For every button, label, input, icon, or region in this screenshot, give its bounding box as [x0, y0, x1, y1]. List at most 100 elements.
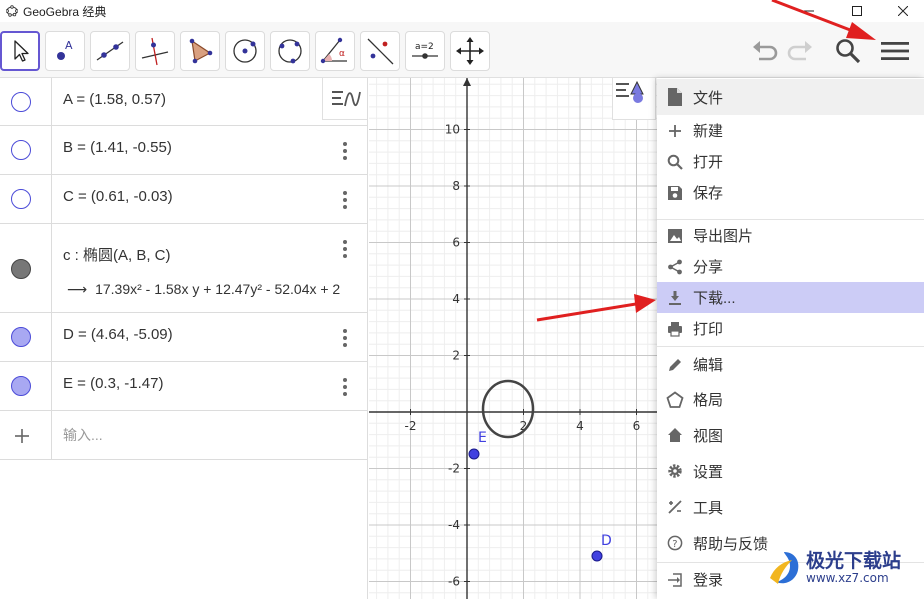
menu-label: 保存	[693, 185, 724, 202]
graphics-style-icon	[616, 80, 644, 103]
algebra-output-text: ⟶ 17.39x² - 1.58x y + 12.47y² - 52.04x + …	[67, 281, 341, 297]
watermark-title: 极光下载站	[806, 550, 902, 572]
menu-item-settings[interactable]: 设置	[657, 453, 924, 489]
polygon-tool[interactable]	[180, 31, 220, 71]
algebra-object-text[interactable]: C = (0.61, -0.03)	[63, 188, 173, 205]
more-options-icon[interactable]	[343, 191, 347, 209]
y-tick-label: 10	[445, 123, 460, 137]
menu-item-new[interactable]: 新建	[657, 115, 924, 146]
menu-item-open[interactable]: 打开	[657, 146, 924, 177]
algebra-row-A[interactable]: A = (1.58, 0.57)	[0, 78, 367, 126]
visibility-marble[interactable]	[11, 376, 31, 396]
maximize-button[interactable]	[834, 0, 880, 22]
angle-tool[interactable]: α	[315, 31, 355, 71]
visibility-marble[interactable]	[11, 327, 31, 347]
minimize-icon	[804, 10, 814, 12]
circle-center-point-tool-icon	[233, 39, 257, 63]
visibility-marble[interactable]	[11, 92, 31, 112]
help-icon: ?	[665, 533, 685, 553]
close-button[interactable]	[880, 0, 924, 22]
visibility-marble[interactable]	[11, 140, 31, 160]
plus-icon	[665, 121, 685, 141]
menu-item-perspectives[interactable]: 格局	[657, 382, 924, 417]
more-options-icon[interactable]	[343, 378, 347, 396]
point-tool[interactable]: A	[45, 31, 85, 71]
menu-item-download[interactable]: 下载...	[657, 282, 924, 313]
algebra-row-D[interactable]: D = (4.64, -5.09)	[0, 313, 367, 362]
menu-item-file[interactable]: 文件	[657, 79, 924, 115]
reflect-tool-icon	[367, 38, 394, 65]
more-options-icon[interactable]	[343, 142, 347, 160]
more-options-icon[interactable]	[343, 329, 347, 347]
algebra-row-E[interactable]: E = (0.3, -1.47)	[0, 362, 367, 411]
file-icon	[665, 87, 685, 107]
menu-item-tools[interactable]: 工具	[657, 489, 924, 525]
search-icon	[665, 152, 685, 172]
algebra-object-text[interactable]: A = (1.58, 0.57)	[63, 91, 166, 108]
window-title: GeoGebra 经典	[23, 4, 107, 19]
visibility-marble[interactable]	[11, 189, 31, 209]
algebra-object-text[interactable]: B = (1.41, -0.55)	[63, 139, 172, 156]
algebra-view: A = (1.58, 0.57) B = (1.41, -0.55) C = (…	[0, 78, 368, 599]
circle-center-point-tool[interactable]	[225, 31, 265, 71]
point-E[interactable]	[468, 448, 480, 460]
algebra-object-text[interactable]: D = (4.64, -5.09)	[63, 326, 173, 343]
menu-item-print[interactable]: 打印	[657, 313, 924, 344]
point-D[interactable]	[591, 550, 603, 562]
home-icon	[665, 425, 685, 445]
algebra-row-B[interactable]: B = (1.41, -0.55)	[0, 126, 367, 175]
move-graphics-view-tool[interactable]	[450, 31, 490, 71]
download-icon	[665, 288, 685, 308]
menu-label: 打开	[693, 154, 724, 171]
graphics-style-button[interactable]	[612, 78, 656, 120]
algebra-input-row[interactable]: 输入...	[0, 411, 367, 460]
move-graphics-view-tool-icon	[456, 37, 484, 65]
perspectives-icon	[665, 390, 685, 410]
menu-item-save[interactable]: 保存	[657, 177, 924, 208]
svg-text:?: ?	[672, 539, 677, 550]
y-tick-label: 2	[452, 349, 460, 363]
y-tick-label: 8	[452, 179, 460, 193]
tools-icon	[665, 497, 685, 517]
algebra-input-field[interactable]: 输入...	[63, 425, 103, 445]
menu-item-edit[interactable]: 编辑	[657, 347, 924, 382]
perpendicular-line-tool[interactable]	[135, 31, 175, 71]
algebra-style-icon	[331, 90, 361, 106]
title-bar: GeoGebra 经典	[0, 0, 924, 22]
undo-button[interactable]	[749, 36, 779, 66]
move-tool-icon	[14, 40, 29, 62]
geogebra-logo-icon	[6, 5, 18, 17]
menu-label: 视图	[693, 427, 724, 445]
menu-item-export-image[interactable]: 导出图片	[657, 220, 924, 251]
add-icon[interactable]	[14, 428, 30, 444]
more-options-icon[interactable]	[343, 240, 347, 258]
point-tool-icon: A	[57, 39, 73, 60]
image-icon	[665, 226, 685, 246]
redo-button[interactable]	[786, 36, 816, 66]
circle-three-points-tool[interactable]	[270, 31, 310, 71]
x-tick-label: 6	[633, 419, 641, 433]
move-tool[interactable]	[0, 31, 40, 71]
minimize-button[interactable]	[786, 0, 832, 22]
algebra-object-text[interactable]: E = (0.3, -1.47)	[63, 375, 163, 392]
share-icon	[665, 257, 685, 277]
visibility-marble[interactable]	[11, 259, 31, 279]
slider-tool[interactable]: a=2	[405, 31, 445, 71]
hamburger-menu-button[interactable]	[880, 36, 910, 66]
print-icon	[665, 319, 685, 339]
algebra-row-C[interactable]: C = (0.61, -0.03)	[0, 175, 367, 224]
algebra-object-text[interactable]: c : 椭圆(A, B, C)	[63, 244, 171, 265]
algebra-row-ellipse[interactable]: c : 椭圆(A, B, C) ⟶ 17.39x² - 1.58x y + 12.…	[0, 224, 367, 313]
angle-alpha-label: α	[339, 49, 345, 59]
perpendicular-line-tool-icon	[141, 37, 169, 66]
line-tool[interactable]	[90, 31, 130, 71]
search-button[interactable]	[833, 36, 863, 66]
menu-item-view[interactable]: 视图	[657, 417, 924, 453]
maximize-icon	[852, 6, 862, 16]
algebra-view-style-button[interactable]	[322, 78, 367, 120]
menu-label: 打印	[693, 321, 724, 338]
reflect-tool[interactable]	[360, 31, 400, 71]
toolbar: A α a=2	[0, 22, 924, 78]
hamburger-menu-icon	[881, 42, 909, 60]
menu-item-share[interactable]: 分享	[657, 251, 924, 282]
